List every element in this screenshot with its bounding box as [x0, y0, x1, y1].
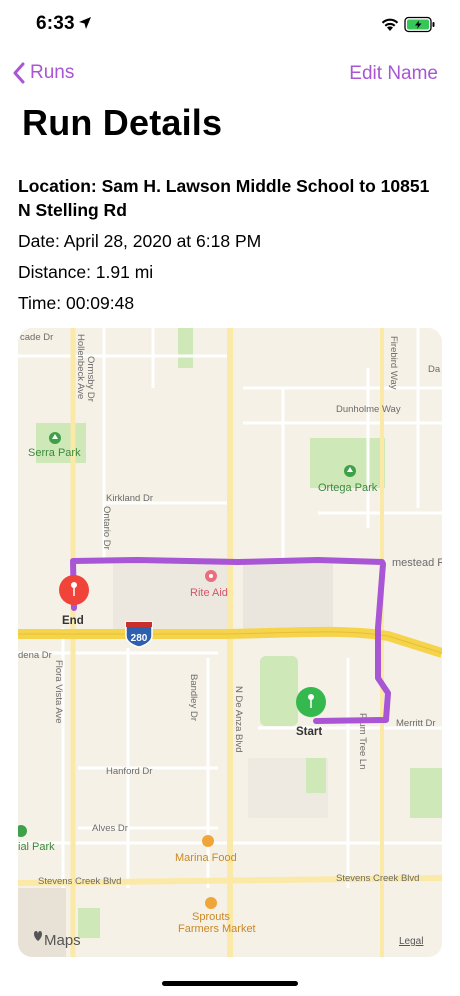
- location-arrow-icon: [79, 17, 91, 29]
- street-label: Merritt Dr: [396, 718, 436, 729]
- park-area: [178, 328, 193, 368]
- distance-text: Distance: 1.91 mi: [18, 262, 154, 282]
- street-label: Firebird Way: [388, 336, 399, 390]
- street-label: dena Dr: [18, 650, 52, 661]
- place-label: Rite Aid: [190, 587, 228, 599]
- street-label: Dunholme Way: [336, 404, 401, 415]
- end-label: End: [62, 615, 84, 627]
- street-label: Stevens Creek Blvd: [336, 873, 419, 884]
- street-label: Hanford Dr: [106, 766, 152, 777]
- status-time: 6:33: [36, 13, 75, 34]
- street-label: Hollenbeck Ave: [75, 334, 86, 399]
- street-label: Da: [428, 364, 441, 375]
- street-label: Kirkland Dr: [106, 493, 153, 504]
- start-pin[interactable]: Start: [296, 687, 326, 738]
- interstate-280-shield: 280: [125, 621, 153, 648]
- place-label: Ortega Park: [318, 482, 378, 494]
- park-area: [410, 768, 442, 818]
- place-label: ial Park: [18, 841, 55, 853]
- run-details: Location: Sam H. Lawson Middle School to…: [18, 174, 438, 314]
- back-button[interactable]: Runs: [12, 62, 74, 84]
- street-label: Ontario Dr: [101, 506, 112, 550]
- street-label: Bandley Dr: [188, 674, 199, 721]
- street-label: mestead R: [392, 557, 442, 569]
- park-area: [78, 908, 100, 938]
- street-label: Stevens Creek Blvd: [38, 876, 121, 887]
- highway-number: 280: [131, 633, 148, 644]
- chevron-left-icon: [13, 62, 25, 84]
- navigation-bar: Runs Edit Name: [0, 56, 460, 96]
- street-label: Ormsby Dr: [85, 356, 96, 402]
- street-label: N De Anza Blvd: [233, 686, 244, 753]
- park-area: [310, 438, 385, 488]
- place-label: Marina Food: [175, 852, 237, 864]
- back-button-label: Runs: [30, 62, 75, 83]
- start-label: Start: [296, 726, 322, 738]
- place-label: Sprouts: [192, 911, 230, 923]
- route-map[interactable]: 280 cade Dr Hollenbeck Ave Ormsby Dr Fir…: [18, 328, 442, 957]
- time-text: Time: 00:09:48: [18, 293, 135, 313]
- park-area: [260, 656, 298, 726]
- edit-name-button[interactable]: Edit Name: [349, 63, 438, 85]
- location-text: Location: Sam H. Lawson Middle School to…: [18, 176, 430, 220]
- legal-link[interactable]: Legal: [399, 936, 423, 947]
- place-label: Serra Park: [28, 447, 81, 459]
- maps-logo-text: Maps: [44, 932, 81, 949]
- page-title: Run Details: [22, 102, 223, 143]
- status-bar: 6:33: [0, 0, 460, 52]
- street-label: Alves Dr: [92, 823, 128, 834]
- battery-icon: [404, 16, 435, 33]
- home-indicator[interactable]: [162, 981, 298, 986]
- place-label: Farmers Market: [178, 923, 256, 935]
- park-area: [306, 758, 326, 793]
- street-label: Flora Vista Ave: [53, 660, 64, 724]
- date-text: Date: April 28, 2020 at 6:18 PM: [18, 231, 262, 251]
- wifi-icon: [381, 18, 399, 31]
- street-label: cade Dr: [20, 332, 53, 343]
